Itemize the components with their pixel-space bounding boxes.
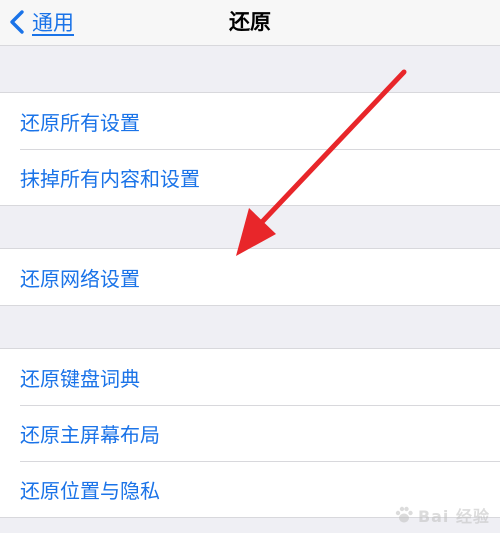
reset-all-settings-button[interactable]: 还原所有设置 [0,93,500,149]
row-label: 还原位置与隐私 [20,478,160,503]
settings-group-3: 还原键盘词典 还原主屏幕布局 还原位置与隐私 [0,348,500,518]
watermark-text: Bai 经验 [417,507,490,526]
reset-home-screen-layout-button[interactable]: 还原主屏幕布局 [0,405,500,461]
page-title: 还原 [229,10,271,34]
watermark: Bai 经验 [394,503,490,527]
row-label: 还原所有设置 [20,110,140,135]
row-label: 还原网络设置 [20,266,140,291]
reset-network-settings-button[interactable]: 还原网络设置 [0,249,500,305]
row-label: 还原键盘词典 [20,366,140,391]
row-label: 还原主屏幕布局 [20,422,160,447]
settings-group-1: 还原所有设置 抹掉所有内容和设置 [0,92,500,206]
settings-group-2: 还原网络设置 [0,248,500,306]
paw-icon [395,506,413,523]
row-label: 抹掉所有内容和设置 [20,166,200,191]
reset-keyboard-dictionary-button[interactable]: 还原键盘词典 [0,349,500,405]
navigation-bar: 通用 还原 [0,0,500,46]
erase-all-content-button[interactable]: 抹掉所有内容和设置 [0,149,500,205]
